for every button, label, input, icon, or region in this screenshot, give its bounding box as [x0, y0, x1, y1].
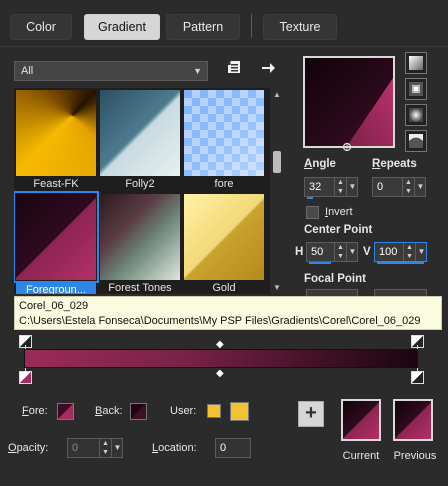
category-dropdown[interactable]: All ▼ — [14, 61, 208, 81]
center-h-value: 50 — [311, 246, 324, 258]
linear-style-button[interactable] — [405, 52, 427, 74]
gradient-swatch — [100, 194, 180, 280]
center-v-value: 100 — [379, 246, 398, 258]
center-v-label: V — [363, 246, 371, 258]
repeats-input[interactable]: 0 ▲ ▼ ▼ — [372, 177, 426, 197]
center-v-stepper[interactable]: ▲ ▼ — [403, 243, 415, 261]
gradient-preview — [303, 56, 395, 148]
gradient-thumb-fore[interactable]: fore — [184, 90, 264, 190]
arrow-right-icon[interactable] — [260, 60, 276, 76]
gradient-tooltip: Corel_06_029 C:\Users\Estela Fonseca\Doc… — [14, 296, 442, 330]
gradient-thumb-foreground[interactable]: Foregroun... — [14, 191, 99, 294]
center-v-input[interactable]: 100 ▲ ▼ ▼ — [374, 242, 427, 264]
chevron-down-icon[interactable]: ▼ — [346, 178, 358, 196]
thumb-label: Gold — [212, 282, 236, 294]
location-value: 0 — [220, 442, 227, 454]
midpoint-marker-bottom[interactable]: ◆ — [216, 368, 224, 379]
gradient-thumb-gold[interactable]: Gold — [184, 194, 264, 294]
scroll-up-icon[interactable]: ▲ — [271, 90, 283, 99]
gradient-swatch — [184, 90, 264, 176]
focal-point-label: Focal Point — [304, 273, 366, 285]
thumb-label: fore — [214, 178, 234, 190]
fore-label: Fore: — [22, 405, 48, 417]
invert-checkbox[interactable] — [306, 206, 319, 219]
chevron-down-icon[interactable]: ▼ — [415, 243, 427, 261]
gradient-gallery: Feast-FK Folly2 fore Foregroun... Forest… — [14, 88, 270, 294]
gradient-bar[interactable] — [24, 349, 418, 368]
thumb-label: Feast-FK — [33, 178, 79, 190]
opacity-label: Opacity: — [8, 442, 49, 454]
opacity-stepper[interactable]: ▲ ▼ — [99, 439, 111, 457]
stop-foreground-bottom-icon[interactable] — [19, 371, 32, 384]
chevron-down-icon[interactable]: ▼ — [111, 439, 123, 457]
center-v-slider-fill[interactable] — [377, 262, 424, 264]
tab-gradient[interactable]: Gradient — [84, 14, 160, 40]
rectangular-style-button[interactable] — [405, 78, 427, 100]
stop-end-bottom-icon[interactable] — [411, 371, 424, 384]
thumb-label: Folly2 — [125, 178, 155, 190]
back-color-swatch[interactable] — [130, 403, 147, 420]
opacity-input[interactable]: 0 ▲ ▼ ▼ — [67, 438, 123, 458]
thumb-label: Forest Tones — [108, 282, 172, 294]
repeats-stepper[interactable]: ▲ ▼ — [402, 178, 414, 196]
angle-handle-icon[interactable] — [342, 142, 352, 152]
invert-label: Invert — [325, 206, 353, 218]
tooltip-title: Corel_06_029 — [19, 300, 89, 312]
tab-pattern[interactable]: Pattern — [166, 14, 240, 40]
gradient-swatch — [184, 194, 264, 280]
fore-color-swatch[interactable] — [57, 403, 74, 420]
scrollbar-thumb[interactable] — [273, 151, 281, 173]
gradient-swatch — [100, 90, 180, 176]
gradient-swatch — [16, 194, 96, 280]
gallery-menu-icon[interactable] — [226, 59, 242, 75]
angle-stepper[interactable]: ▲ ▼ — [334, 178, 346, 196]
gallery-scrollbar[interactable]: ▲ ▼ — [271, 88, 283, 294]
user-label: User: — [170, 405, 197, 417]
center-h-label: H — [295, 246, 304, 258]
tab-color[interactable]: Color — [10, 14, 72, 40]
current-label: Current — [342, 450, 380, 462]
center-h-slider-fill[interactable] — [309, 262, 331, 264]
center-point-label: Center Point — [304, 224, 373, 236]
previous-label: Previous — [393, 450, 437, 462]
tab-divider — [251, 14, 252, 38]
chevron-down-icon: ▼ — [193, 66, 202, 76]
center-h-stepper[interactable]: ▲ ▼ — [334, 243, 346, 261]
user-color-swatch[interactable] — [207, 404, 221, 418]
gradient-thumb-folly2[interactable]: Folly2 — [100, 90, 180, 190]
back-label: Back: — [95, 405, 123, 417]
user-color-picker[interactable] — [230, 402, 249, 421]
sunburst-style-button[interactable] — [405, 104, 427, 126]
gradient-thumb-forest-tones[interactable]: Forest Tones — [100, 194, 180, 294]
location-input[interactable]: 0 — [215, 438, 251, 458]
gradient-swatch — [16, 90, 96, 176]
current-swatch — [341, 399, 381, 441]
thumb-label: Foregroun... — [16, 283, 96, 294]
angle-input[interactable]: 32 ▲ ▼ ▼ — [304, 177, 358, 199]
tabs-divider — [0, 46, 448, 47]
chevron-down-icon[interactable]: ▼ — [346, 243, 358, 261]
scroll-down-icon[interactable]: ▼ — [271, 283, 283, 292]
center-h-input[interactable]: 50 ▲ ▼ ▼ — [306, 242, 358, 264]
chevron-down-icon[interactable]: ▼ — [414, 178, 426, 196]
angle-slider-fill[interactable] — [307, 197, 313, 199]
repeats-label: Repeats — [372, 158, 417, 170]
location-label: Location: — [152, 442, 197, 454]
tooltip-path: C:\Users\Estela Fonseca\Documents\My PSP… — [19, 315, 421, 327]
opacity-value: 0 — [72, 442, 79, 454]
category-value: All — [21, 65, 34, 77]
tab-texture[interactable]: Texture — [263, 14, 337, 40]
add-stop-button[interactable]: + — [298, 401, 324, 427]
gradient-thumb-feast-fk[interactable]: Feast-FK — [16, 90, 96, 190]
previous-swatch[interactable] — [393, 399, 433, 441]
repeats-value: 0 — [377, 181, 384, 193]
angle-value: 32 — [309, 181, 322, 193]
radial-style-button[interactable] — [405, 130, 427, 152]
angle-label: Angle — [304, 158, 336, 170]
